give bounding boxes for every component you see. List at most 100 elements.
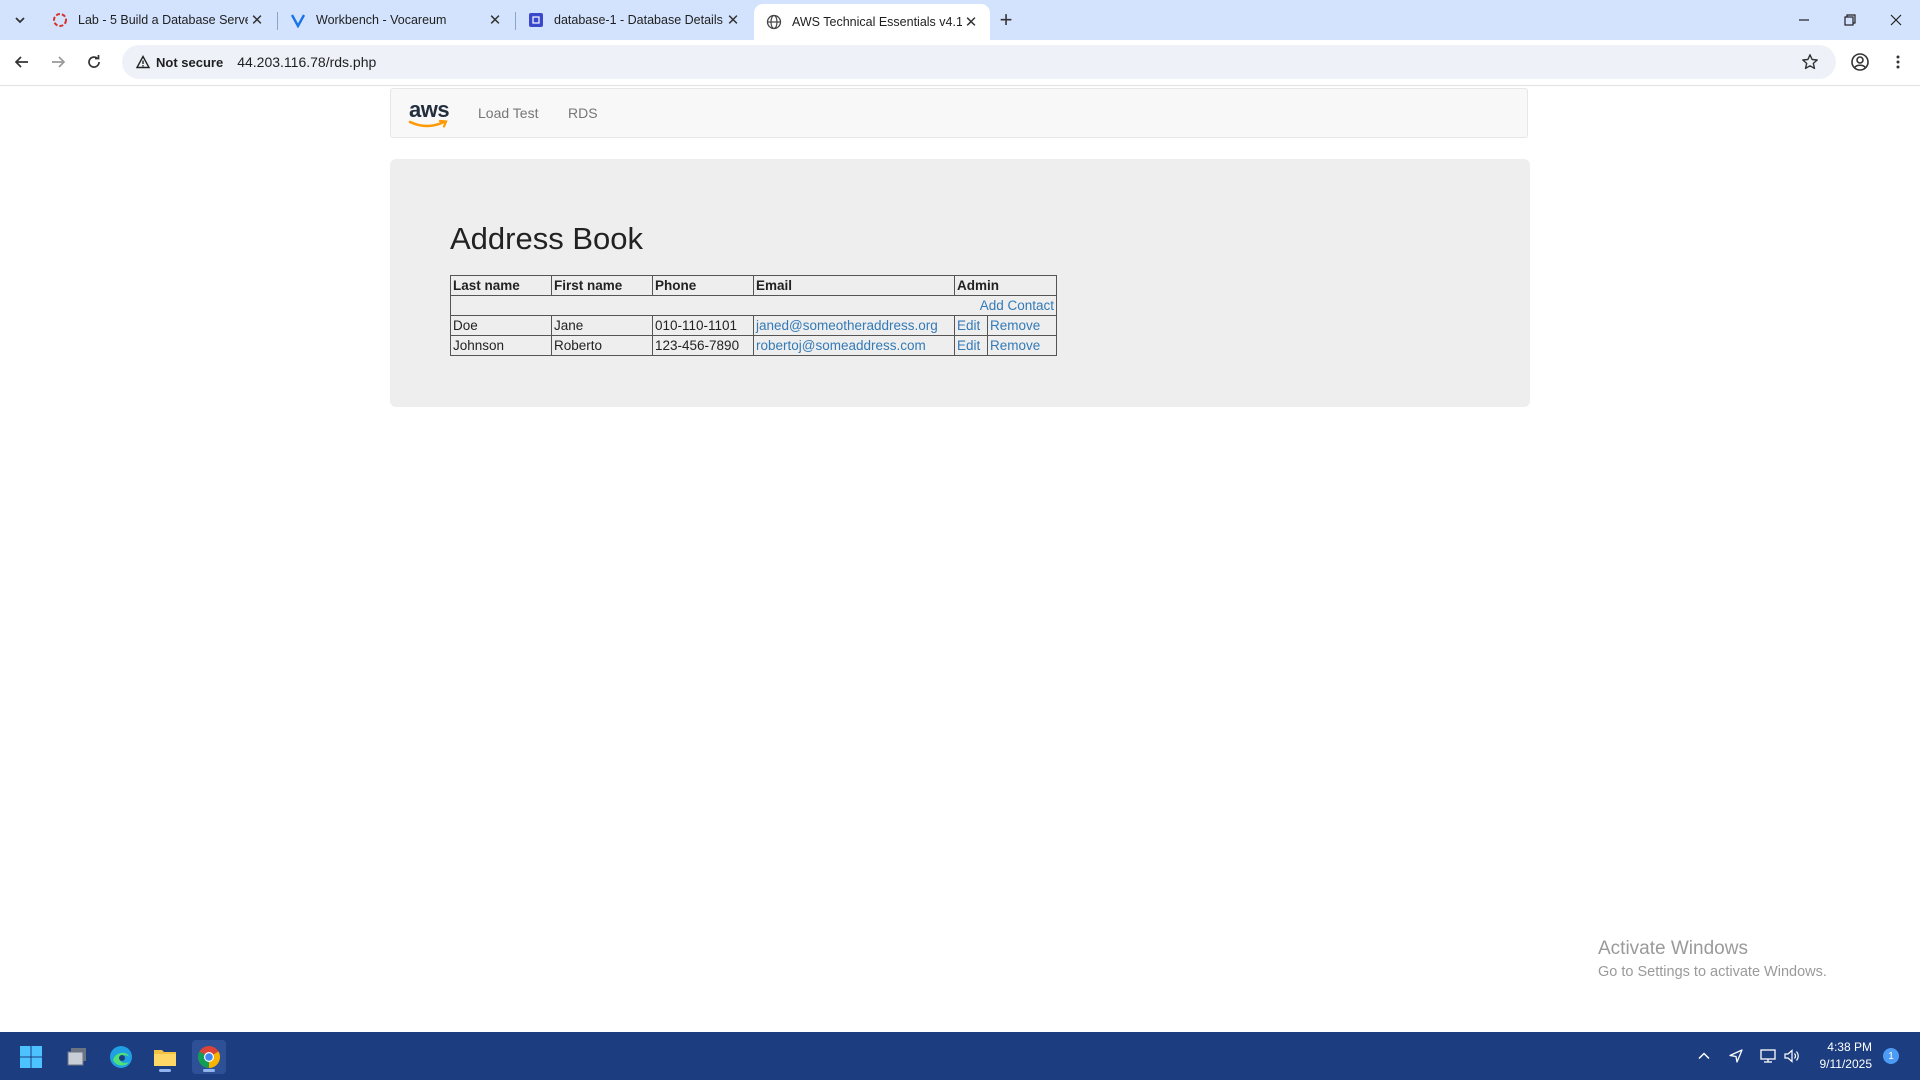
email-link[interactable]: robertoj@someaddress.com bbox=[756, 338, 926, 353]
remove-link[interactable]: Remove bbox=[990, 338, 1040, 353]
web-page: aws Load Test RDS Address Book Last name… bbox=[0, 86, 1920, 1032]
edge-icon bbox=[110, 1046, 132, 1068]
running-indicator bbox=[203, 1069, 215, 1072]
add-contact-cell: Add Contact bbox=[450, 295, 1057, 316]
more-vertical-icon bbox=[1896, 55, 1900, 69]
reload-button[interactable] bbox=[80, 48, 108, 76]
cell-email: robertoj@someaddress.com bbox=[753, 335, 955, 356]
column-header-last-name: Last name bbox=[450, 275, 552, 296]
minimize-icon bbox=[1799, 19, 1809, 21]
close-tab-icon[interactable]: ✕ bbox=[486, 11, 504, 29]
tab-title: Workbench - Vocareum bbox=[316, 13, 447, 27]
cell-phone: 123-456-7890 bbox=[652, 335, 754, 356]
tab-title: database-1 - Database Details | bbox=[554, 13, 724, 27]
task-view-button[interactable] bbox=[60, 1040, 94, 1074]
table-header-row: Last name First name Phone Email Admin bbox=[450, 275, 1057, 296]
cell-remove: Remove bbox=[987, 335, 1057, 356]
address-bar[interactable]: Not secure 44.203.116.78/rds.php bbox=[122, 45, 1836, 79]
email-link[interactable]: janed@someotheraddress.org bbox=[756, 318, 938, 333]
windows-start-icon bbox=[20, 1046, 42, 1068]
clock-date: 9/11/2025 bbox=[1819, 1057, 1873, 1071]
table-row: Doe Jane 010-110-1101 janed@someotheradd… bbox=[450, 315, 1057, 336]
cell-edit: Edit bbox=[954, 335, 988, 356]
watermark-title: Activate Windows bbox=[1598, 938, 1748, 959]
nav-rds[interactable]: RDS bbox=[568, 105, 598, 121]
restore-button[interactable] bbox=[1827, 0, 1873, 40]
speaker-icon bbox=[1784, 1049, 1799, 1063]
watermark-subtitle: Go to Settings to activate Windows. bbox=[1598, 964, 1827, 980]
minimize-button[interactable] bbox=[1781, 0, 1827, 40]
plus-icon: + bbox=[999, 7, 1013, 32]
chevron-down-icon bbox=[15, 17, 25, 24]
system-clock[interactable]: 4:38 PM 9/11/2025 bbox=[1810, 1039, 1873, 1073]
clock-time: 4:38 PM bbox=[1827, 1040, 1872, 1054]
browser-tab-workbench[interactable]: Workbench - Vocareum ✕ bbox=[278, 4, 514, 36]
close-icon bbox=[1890, 14, 1902, 26]
browser-tab-aws-essentials[interactable]: AWS Technical Essentials v4.1 ✕ bbox=[754, 4, 990, 40]
vocareum-icon bbox=[290, 12, 306, 28]
browser-tab-strip: Lab - 5 Build a Database Server ✕ Workbe… bbox=[0, 0, 1920, 40]
edit-link[interactable]: Edit bbox=[957, 338, 980, 353]
windows-taskbar: 4:38 PM 9/11/2025 1 bbox=[0, 1032, 1920, 1080]
task-view-icon bbox=[67, 1048, 86, 1066]
network-icon bbox=[1760, 1049, 1776, 1063]
reload-icon bbox=[88, 55, 100, 68]
close-tab-icon[interactable]: ✕ bbox=[724, 11, 742, 29]
cell-phone: 010-110-1101 bbox=[652, 315, 754, 336]
cell-first-name: Roberto bbox=[551, 335, 653, 356]
close-tab-icon[interactable]: ✕ bbox=[248, 11, 266, 29]
browser-tab-lab[interactable]: Lab - 5 Build a Database Server ✕ bbox=[40, 4, 276, 36]
edge-button[interactable] bbox=[104, 1040, 138, 1074]
forward-arrow-icon bbox=[52, 56, 66, 68]
chrome-icon bbox=[198, 1046, 220, 1068]
security-label: Not secure bbox=[156, 54, 224, 70]
file-explorer-icon bbox=[154, 1050, 176, 1066]
tab-title: Lab - 5 Build a Database Server bbox=[78, 13, 248, 27]
new-tab-button[interactable]: + bbox=[992, 7, 1020, 33]
add-contact-link[interactable]: Add Contact bbox=[980, 298, 1054, 313]
start-button[interactable] bbox=[14, 1040, 48, 1074]
table-row: Johnson Roberto 123-456-7890 robertoj@so… bbox=[450, 335, 1057, 356]
content-panel: Address Book Last name First name Phone … bbox=[390, 159, 1530, 407]
column-header-email: Email bbox=[753, 275, 955, 296]
address-book-table: Last name First name Phone Email Admin A… bbox=[450, 275, 1057, 356]
page-title: Address Book bbox=[450, 221, 643, 256]
globe-icon bbox=[766, 14, 782, 30]
nav-load-test[interactable]: Load Test bbox=[478, 105, 538, 121]
tab-title: AWS Technical Essentials v4.1 bbox=[792, 15, 962, 29]
cell-last-name: Johnson bbox=[450, 335, 552, 356]
url-text: 44.203.116.78/rds.php bbox=[237, 54, 377, 70]
chevron-up-icon bbox=[1698, 1052, 1710, 1060]
browser-menu-button[interactable] bbox=[1884, 48, 1912, 76]
chrome-button[interactable] bbox=[192, 1040, 226, 1074]
back-button[interactable] bbox=[8, 48, 36, 76]
running-indicator bbox=[159, 1069, 171, 1072]
column-header-first-name: First name bbox=[551, 275, 653, 296]
cell-first-name: Jane bbox=[551, 315, 653, 336]
show-hidden-icons-button[interactable] bbox=[1694, 1046, 1714, 1066]
forward-button[interactable] bbox=[44, 48, 72, 76]
activate-windows-watermark: Activate Windows Go to Settings to activ… bbox=[1598, 938, 1827, 980]
bookmark-star-icon[interactable] bbox=[1800, 52, 1820, 72]
edit-link[interactable]: Edit bbox=[957, 318, 980, 333]
browser-toolbar: Not secure 44.203.116.78/rds.php bbox=[0, 40, 1920, 86]
column-header-admin: Admin bbox=[954, 275, 1057, 296]
remove-link[interactable]: Remove bbox=[990, 318, 1040, 333]
aws-logo[interactable]: aws bbox=[407, 97, 451, 129]
close-window-button[interactable] bbox=[1873, 0, 1919, 40]
restore-icon bbox=[1844, 14, 1856, 26]
volume-tray-button[interactable] bbox=[1782, 1046, 1802, 1066]
notification-badge[interactable]: 1 bbox=[1883, 1048, 1899, 1064]
security-indicator[interactable]: Not secure bbox=[130, 55, 229, 70]
network-tray-button[interactable] bbox=[1758, 1046, 1778, 1066]
location-arrow-icon bbox=[1729, 1049, 1743, 1063]
tab-search-button[interactable] bbox=[6, 8, 34, 32]
warning-icon bbox=[136, 55, 150, 69]
close-tab-icon[interactable]: ✕ bbox=[962, 13, 980, 31]
profile-button[interactable] bbox=[1846, 48, 1874, 76]
location-tray-button[interactable] bbox=[1726, 1046, 1746, 1066]
cell-remove: Remove bbox=[987, 315, 1057, 336]
file-explorer-button[interactable] bbox=[148, 1040, 182, 1074]
browser-tab-rds[interactable]: database-1 - Database Details | ✕ bbox=[516, 4, 752, 36]
lab-icon bbox=[52, 12, 68, 28]
